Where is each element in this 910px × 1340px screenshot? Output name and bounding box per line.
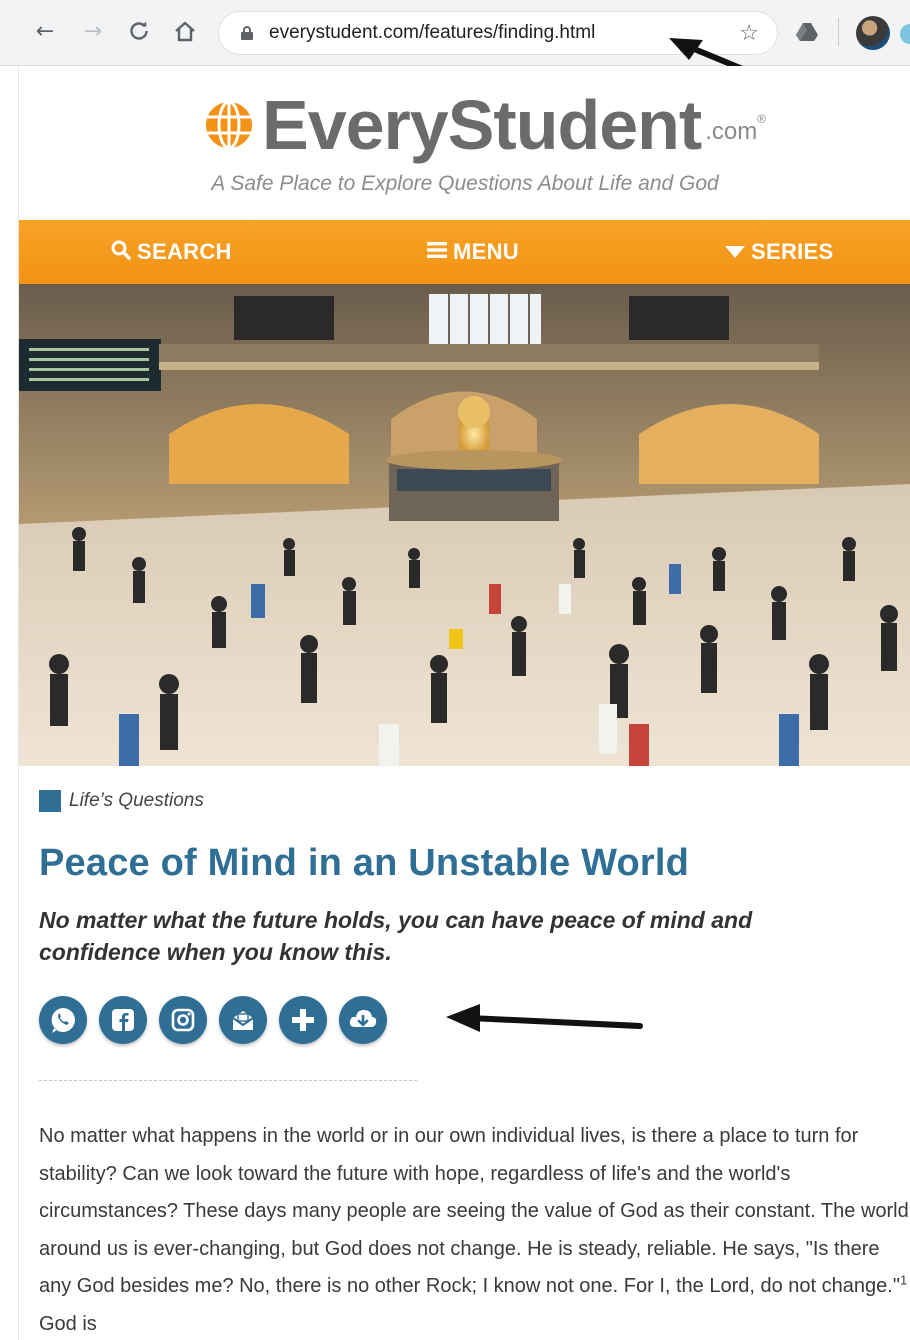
whatsapp-icon[interactable]	[39, 996, 87, 1044]
logo-wordmark: EveryStudent	[262, 86, 702, 164]
hero-image	[19, 284, 910, 766]
article-title: Peace of Mind in an Unstable World	[39, 842, 690, 884]
series-button[interactable]: SERIES	[725, 220, 834, 284]
email-icon[interactable]	[219, 996, 267, 1044]
search-button[interactable]: SEARCH	[111, 220, 232, 284]
web-page: EveryStudent .com ® A Safe Place to Expl…	[18, 66, 910, 1340]
search-icon	[111, 240, 131, 265]
globe-logo-icon	[206, 100, 252, 150]
share-buttons	[39, 996, 387, 1044]
profile-avatar[interactable]	[856, 16, 890, 50]
category-square-icon	[39, 790, 61, 812]
instagram-icon[interactable]	[159, 996, 207, 1044]
lock-icon	[241, 26, 253, 40]
caret-down-icon	[725, 240, 745, 264]
menu-label: MENU	[453, 239, 519, 264]
category-label: Life’s Questions	[69, 790, 204, 811]
article-subtitle: No matter what the future holds, you can…	[39, 907, 753, 965]
site-tagline: A Safe Place to Explore Questions About …	[211, 172, 719, 195]
body-text-part-2: God is	[39, 1312, 97, 1335]
article-body: No matter what happens in the world or i…	[39, 1118, 909, 1340]
site-logo[interactable]: EveryStudent .com ®	[204, 90, 766, 160]
facebook-icon[interactable]	[99, 996, 147, 1044]
logo-tld: .com	[705, 118, 758, 145]
body-text-part-1: No matter what happens in the world or i…	[39, 1125, 909, 1297]
download-icon[interactable]	[339, 996, 387, 1044]
series-label: SERIES	[751, 239, 834, 264]
menu-button[interactable]: MENU	[427, 220, 519, 284]
extension-icon[interactable]	[900, 24, 910, 44]
footnote-marker[interactable]: 1	[900, 1272, 907, 1287]
plus-icon[interactable]	[279, 996, 327, 1044]
main-nav-bar: SEARCH MENU SERIES	[19, 220, 910, 284]
toolbar-divider	[838, 18, 839, 46]
search-label: SEARCH	[137, 239, 232, 264]
url-text[interactable]: everystudent.com/features/finding.html	[269, 22, 595, 44]
home-icon[interactable]	[170, 16, 200, 46]
forward-icon[interactable]: →	[78, 16, 108, 46]
logo-registered-mark: ®	[757, 112, 767, 126]
reload-icon[interactable]	[124, 16, 154, 46]
section-divider	[39, 1080, 417, 1081]
category-tag[interactable]: Life’s Questions	[39, 790, 204, 812]
back-icon[interactable]: ←	[30, 16, 60, 46]
annotation-arrow-share	[446, 1004, 643, 1032]
hamburger-icon	[427, 240, 447, 264]
